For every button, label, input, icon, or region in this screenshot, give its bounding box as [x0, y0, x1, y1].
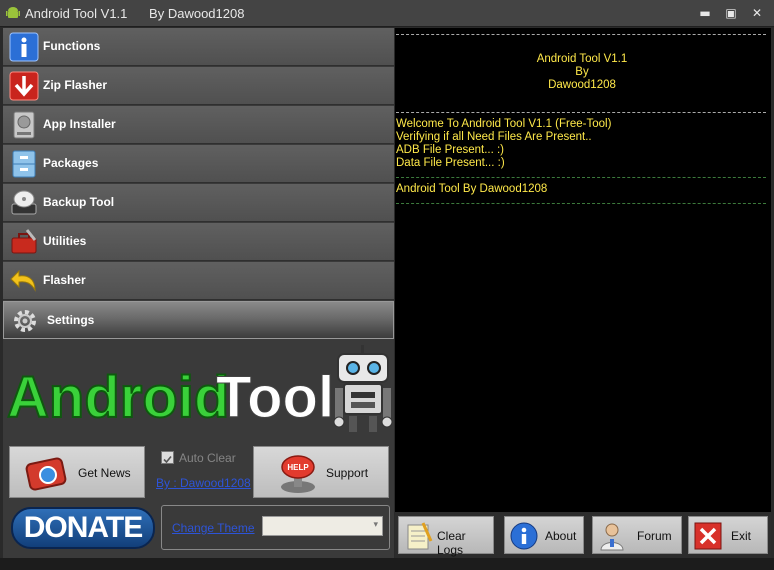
exit-label: Exit	[731, 529, 752, 543]
menu-label: App Installer	[43, 117, 116, 131]
log-line: ADB File Present... :)	[396, 144, 505, 156]
auto-clear-label: Auto Clear	[179, 451, 236, 465]
donate-button[interactable]: DONATE	[11, 507, 155, 549]
backup-disk-icon	[11, 190, 37, 215]
support-label: Support	[326, 466, 369, 480]
android-tool-logo: Android Tool	[6, 345, 393, 432]
log-line: Android Tool By Dawood1208	[396, 183, 548, 195]
logo-text-android: Android	[7, 365, 229, 430]
menu-item-flasher[interactable]: Flasher	[3, 262, 394, 300]
auto-clear-checkbox[interactable]	[161, 451, 174, 464]
divider	[396, 34, 766, 35]
console-header-author: Dawood1208	[548, 79, 616, 91]
support-button[interactable]: HELP Support	[253, 446, 389, 498]
log-line: Verifying if all Need Files Are Present.…	[396, 131, 592, 143]
get-news-button[interactable]: Get News	[9, 446, 145, 498]
robot-mascot-icon	[333, 345, 393, 432]
hard-drive-icon	[13, 111, 35, 139]
window-title: Android Tool V1.1 By Dawood1208	[25, 6, 245, 21]
title-bar: Android Tool V1.1 By Dawood1208 ▬ ▣ ✕	[0, 0, 774, 27]
forum-button[interactable]: Forum	[592, 516, 682, 554]
toolbox-icon	[11, 229, 37, 254]
camera-icon	[25, 457, 67, 491]
theme-select[interactable]: ▾	[262, 516, 383, 536]
change-theme-link[interactable]: Change Theme	[172, 521, 255, 535]
menu-label: Zip Flasher	[43, 78, 108, 92]
log-console: Android Tool V1.1 By Dawood1208 Welcome …	[395, 28, 771, 512]
check-icon	[163, 455, 172, 464]
close-icon	[694, 522, 722, 550]
left-panel: Functions Zip Flasher App Installer Pack…	[3, 28, 394, 558]
theme-group: Change Theme ▾	[161, 505, 390, 550]
menu-item-backup-tool[interactable]: Backup Tool	[3, 184, 394, 222]
gear-icon	[14, 310, 36, 332]
svg-text:HELP: HELP	[287, 463, 309, 472]
chevron-down-icon: ▾	[373, 520, 378, 530]
divider	[396, 177, 766, 178]
info-icon	[9, 32, 39, 62]
undo-arrow-icon	[10, 269, 36, 292]
user-icon	[600, 523, 624, 551]
menu-label: Backup Tool	[43, 195, 115, 209]
clear-logs-label: Clear Logs	[437, 529, 466, 557]
menu-item-utilities[interactable]: Utilities	[3, 223, 394, 261]
menu-label: Packages	[43, 156, 99, 170]
menu-item-settings[interactable]: Settings	[3, 301, 394, 339]
logo-text-tool: Tool	[216, 365, 334, 430]
menu-label: Functions	[43, 39, 101, 53]
console-header-title: Android Tool V1.1	[536, 53, 628, 65]
menu-item-zip-flasher[interactable]: Zip Flasher	[3, 67, 394, 105]
status-bar	[0, 558, 774, 570]
donate-label: DONATE	[23, 511, 143, 544]
about-button[interactable]: About	[504, 516, 584, 554]
info-icon	[510, 522, 538, 550]
menu-label: Settings	[47, 313, 95, 327]
android-logo-icon	[6, 7, 20, 18]
divider	[396, 203, 766, 204]
cabinet-icon	[12, 150, 36, 178]
divider	[396, 112, 766, 113]
down-arrow-icon	[9, 71, 39, 101]
help-button-icon: HELP	[281, 455, 315, 493]
bottom-toolbar: Clear Logs About Forum Exit	[395, 512, 771, 558]
about-label: About	[545, 529, 577, 543]
forum-label: Forum	[637, 529, 672, 543]
console-header-by: By	[575, 66, 589, 78]
menu-label: Utilities	[43, 234, 87, 248]
menu-item-app-installer[interactable]: App Installer	[3, 106, 394, 144]
menu-item-packages[interactable]: Packages	[3, 145, 394, 183]
clear-logs-button[interactable]: Clear Logs	[398, 516, 494, 557]
notepad-icon	[407, 522, 433, 550]
log-line: Data File Present... :)	[396, 157, 505, 169]
menu-item-functions[interactable]: Functions	[3, 28, 394, 66]
maximize-button[interactable]: ▣	[722, 4, 740, 22]
log-line: Welcome To Android Tool V1.1 (Free-Tool)	[396, 118, 612, 130]
menu-label: Flasher	[43, 273, 86, 287]
close-window-button[interactable]: ✕	[748, 4, 766, 22]
exit-button[interactable]: Exit	[688, 516, 768, 554]
minimize-button[interactable]: ▬	[696, 4, 714, 22]
by-dawood-link[interactable]: By : Dawood1208	[156, 476, 251, 490]
get-news-label: Get News	[78, 466, 131, 480]
